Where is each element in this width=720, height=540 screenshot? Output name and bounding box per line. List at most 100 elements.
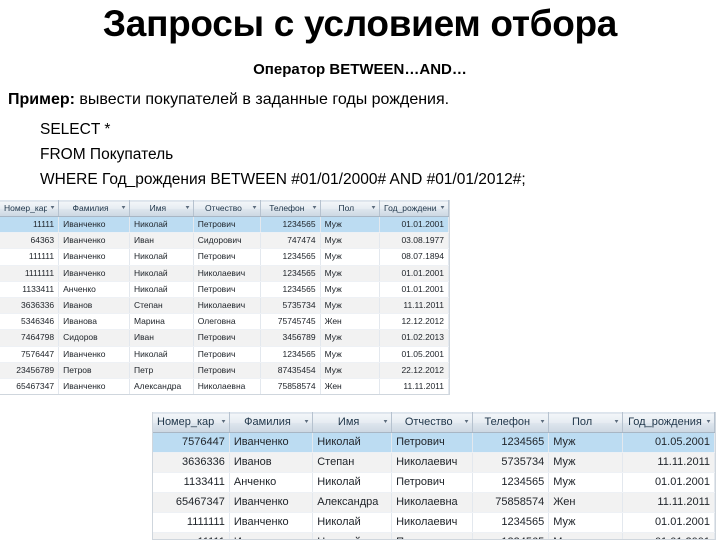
table-row[interactable]: 1111111 Иванченко Николай Николаевич 1234565…	[153, 512, 715, 533]
column-header-3[interactable]: Имя ▾	[312, 412, 393, 433]
table-cell[interactable]: 1111111	[153, 512, 230, 533]
chevron-down-icon[interactable]: ▾	[221, 419, 225, 425]
table-row[interactable]: 65467347 Иванченко Александра Николаевна 758…	[153, 492, 715, 513]
table-cell[interactable]: Иванченко	[229, 492, 314, 513]
table-cell[interactable]: Муж	[548, 472, 623, 493]
chevron-down-icon[interactable]: ▾	[253, 205, 257, 211]
table-cell[interactable]: 1234565	[260, 248, 321, 266]
table-cell[interactable]: Петрович	[193, 216, 262, 234]
column-header-7[interactable]: Год_рождения ▾	[379, 200, 449, 217]
table-cell[interactable]: 1234565	[472, 532, 550, 539]
table-cell[interactable]: Иванченко	[58, 346, 130, 363]
chevron-down-icon[interactable]: ▾	[465, 419, 469, 425]
table-cell[interactable]: Петрович	[391, 432, 474, 453]
table-cell[interactable]: 11.11.2011	[379, 297, 449, 315]
table-row[interactable]: 111111 Иванченко Николай Петрович 1234565 Муж…	[0, 248, 449, 266]
table-cell[interactable]: Жен	[320, 378, 381, 394]
table-cell[interactable]: Иванченко	[58, 232, 130, 250]
table-cell[interactable]: Сидорович	[193, 232, 262, 250]
chevron-down-icon[interactable]: ▾	[372, 205, 376, 211]
table-cell[interactable]: 7576447	[153, 432, 230, 453]
table-cell[interactable]: Николаевна	[391, 492, 474, 513]
table-cell[interactable]: 7464798	[0, 329, 60, 347]
table-cell[interactable]: Марина	[129, 313, 194, 331]
table-cell[interactable]: 65467347	[153, 492, 230, 513]
chevron-down-icon[interactable]: ▾	[707, 419, 711, 425]
table-row[interactable]: 3636336 Иванов Степан Николаевич 5735734 Муж 1…	[0, 297, 449, 315]
table-cell[interactable]: Анченко	[229, 472, 314, 493]
column-header-5[interactable]: Телефон ▾	[472, 412, 550, 433]
column-header-3[interactable]: Имя ▾	[129, 200, 194, 217]
table-cell[interactable]: Петрович	[391, 472, 474, 493]
table-cell[interactable]: Николай	[312, 472, 393, 493]
table-cell[interactable]: Иванов	[229, 452, 314, 473]
table-row[interactable]: 1133411 Анченко Николай Петрович 1234565 Муж 0…	[0, 281, 449, 299]
table-cell[interactable]: Николаевна	[193, 378, 262, 394]
table-row[interactable]: 3636336 Иванов Степан Николаевич 5735734 Муж 1…	[153, 452, 715, 473]
result-datasheet[interactable]: Номер_кар ▾ Фамилия ▾ Имя ▾ Отчество ▾ Телефон ▾ П…	[152, 412, 716, 540]
table-cell[interactable]: 1133411	[153, 472, 230, 493]
table-cell[interactable]: Муж	[320, 362, 381, 380]
table-cell[interactable]: Иванченко	[58, 216, 130, 234]
table-cell[interactable]: Петрович	[193, 346, 262, 363]
table-cell[interactable]: Петр	[129, 362, 194, 380]
column-header-1[interactable]: Номер_кар ▾	[0, 200, 60, 217]
table-cell[interactable]: 01.01.2001	[622, 532, 715, 539]
chevron-down-icon[interactable]: ▾	[541, 419, 545, 425]
table-cell[interactable]: 01.05.2001	[622, 432, 715, 453]
column-header-5[interactable]: Телефон ▾	[260, 200, 321, 217]
table-cell[interactable]: 1234565	[260, 265, 321, 282]
table-cell[interactable]: Муж	[548, 432, 623, 453]
table-row[interactable]: 11111ИванченкоНиколайПетрович1234565Муж0…	[0, 216, 449, 234]
table-cell[interactable]: 01.01.2001	[379, 265, 449, 282]
table-cell[interactable]: 23456789	[0, 362, 60, 380]
chevron-down-icon[interactable]: ▾	[312, 205, 316, 211]
table-cell[interactable]: 64363	[0, 232, 60, 250]
table-cell[interactable]: 5346346	[0, 313, 60, 331]
table-row[interactable]: 7576447 Иванченко Николай Петрович 1234565 Му…	[153, 432, 715, 453]
table-cell[interactable]: Иван	[129, 232, 194, 250]
table-cell[interactable]: Степан	[129, 297, 194, 315]
table-cell[interactable]: 3636336	[153, 452, 230, 473]
table-cell[interactable]: Муж	[320, 248, 381, 266]
chevron-down-icon[interactable]: ▾	[305, 419, 309, 425]
table-cell[interactable]: 87435454	[260, 362, 321, 380]
table-row[interactable]: 11111ИванченкоНиколайПетрович1234565Муж0…	[153, 532, 715, 539]
table-row[interactable]: 65467347 Иванченко Александра Николаевна 758…	[0, 378, 449, 394]
chevron-down-icon[interactable]: ▾	[615, 419, 619, 425]
table-cell[interactable]: 7576447	[0, 346, 60, 363]
column-header-4[interactable]: Отчество ▾	[391, 412, 474, 433]
chevron-down-icon[interactable]: ▾	[441, 205, 445, 211]
table-cell[interactable]: Иванова	[58, 313, 130, 331]
table-cell[interactable]: 1234565	[472, 512, 550, 533]
table-cell[interactable]: Петрович	[193, 248, 262, 266]
table-cell[interactable]: Иванченко	[229, 512, 314, 533]
table-cell[interactable]: Жен	[548, 492, 623, 513]
table-cell[interactable]: Иванченко	[58, 248, 130, 266]
table-cell[interactable]: 1111111	[0, 265, 60, 282]
table-cell[interactable]: Иванченко	[229, 532, 314, 539]
table-cell[interactable]: 65467347	[0, 378, 60, 394]
table-row[interactable]: 7464798 Сидоров Иван Петрович 3456789 Муж 01.0…	[0, 329, 449, 347]
table-cell[interactable]: Петрович	[193, 281, 262, 299]
table-cell[interactable]: Николаевич	[391, 452, 474, 473]
table-cell[interactable]: Олеговна	[193, 313, 262, 331]
table-cell[interactable]: 01.01.2001	[379, 216, 449, 234]
table-cell[interactable]: Муж	[320, 346, 381, 363]
table-row[interactable]: 1111111 Иванченко Николай Николаевич 1234565…	[0, 265, 449, 282]
table-cell[interactable]: 75858574	[472, 492, 550, 513]
chevron-down-icon[interactable]: ▾	[185, 205, 189, 211]
table-cell[interactable]: Николай	[312, 432, 393, 453]
table-cell[interactable]: Иванов	[58, 297, 130, 315]
table-cell[interactable]: Петрович	[193, 329, 262, 347]
table-cell[interactable]: 01.01.2001	[622, 512, 715, 533]
table-cell[interactable]: Николай	[129, 265, 194, 282]
table-cell[interactable]: Муж	[320, 329, 381, 347]
table-cell[interactable]: 1234565	[472, 472, 550, 493]
chevron-down-icon[interactable]: ▾	[122, 205, 126, 211]
table-cell[interactable]: Муж	[320, 232, 381, 250]
table-cell[interactable]: Николай	[129, 346, 194, 363]
table-cell[interactable]: 75745745	[260, 313, 321, 331]
table-cell[interactable]: 111111	[0, 248, 60, 266]
column-header-2[interactable]: Фамилия ▾	[229, 412, 314, 433]
